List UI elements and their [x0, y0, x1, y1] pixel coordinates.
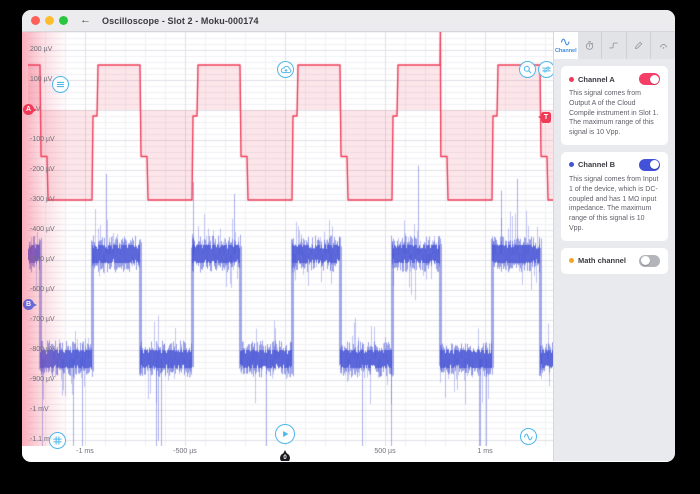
scope-canvas[interactable] [28, 32, 553, 446]
y-axis-tick-label: -900 µV [30, 376, 55, 383]
title-bar: ← Oscilloscope - Slot 2 - Moku-000174 [22, 10, 675, 32]
y-axis-tick-label: -1 mV [30, 406, 49, 413]
cloud-upload-icon[interactable] [277, 61, 294, 78]
x-axis-tick-label: -500 µs [173, 448, 197, 455]
sidebar-tab-label: Channel [555, 49, 577, 55]
y-axis-tick-label: -800 µV [30, 346, 55, 353]
window-title: Oscilloscope - Slot 2 - Moku-000174 [102, 16, 259, 26]
play-icon[interactable] [275, 424, 295, 444]
channel-a-card: Channel A This signal comes from Output … [561, 66, 668, 145]
back-button[interactable]: ← [80, 15, 91, 26]
math-channel-card: Math channel [561, 248, 668, 274]
y-axis-tick-label: 100 µV [30, 76, 52, 83]
sine-icon[interactable] [520, 428, 537, 445]
math-channel-name: Math channel [578, 256, 635, 265]
y-axis-tick-label: -400 µV [30, 226, 55, 233]
oscilloscope-plot: 200 µV100 µV0 V-100 µV-200 µV-300 µV-400… [22, 32, 553, 461]
magnifier-icon[interactable] [519, 61, 536, 78]
trigger-time-badge[interactable]: 0 [280, 453, 290, 461]
y-axis-tick-label: -600 µV [30, 286, 55, 293]
channel-a-color-dot [569, 77, 574, 82]
channel-a-description: This signal comes from Output A of the C… [569, 89, 660, 138]
sidebar-tab-channel[interactable]: Channel [554, 32, 578, 59]
zoom-window-button[interactable] [59, 16, 68, 25]
grid-icon[interactable] [49, 432, 66, 449]
app-window: ← Oscilloscope - Slot 2 - Moku-000174 20… [22, 10, 675, 462]
minimize-window-button[interactable] [45, 16, 54, 25]
channel-b-description: This signal comes from Input 1 of the de… [569, 175, 660, 234]
channel-b-color-dot [569, 162, 574, 167]
y-axis-tick-label: -500 µV [30, 256, 55, 263]
sidebar-tab-pencil[interactable] [627, 32, 652, 59]
menu-icon[interactable] [52, 76, 69, 93]
channel-a-name: Channel A [578, 75, 635, 84]
x-axis-tick-label: -1 ms [76, 448, 94, 455]
channel-b-name: Channel B [578, 160, 635, 169]
trigger-level-marker[interactable]: T [539, 112, 551, 123]
y-axis-tick-label: -700 µV [30, 316, 55, 323]
math-channel-toggle[interactable] [639, 255, 660, 267]
settings-sidebar: Channel Channel A This signal comes from… [553, 32, 675, 461]
channel-a-offset-marker[interactable]: A [23, 104, 36, 115]
close-window-button[interactable] [31, 16, 40, 25]
y-axis-tick-label: -100 µV [30, 136, 55, 143]
sidebar-tab-step-function[interactable] [602, 32, 627, 59]
sidebar-tab-probe[interactable] [651, 32, 675, 59]
channel-b-toggle[interactable] [639, 159, 660, 171]
y-axis-tick-label: -300 µV [30, 196, 55, 203]
math-channel-color-dot [569, 258, 574, 263]
x-axis-tick-label: 1 ms [477, 448, 492, 455]
channel-b-offset-marker[interactable]: B [23, 299, 36, 310]
y-axis-tick-label: 200 µV [30, 46, 52, 53]
channel-a-toggle[interactable] [639, 73, 660, 85]
x-axis-tick-label: 500 µs [374, 448, 395, 455]
sliders-icon[interactable] [538, 61, 553, 78]
sidebar-tab-stopwatch[interactable] [578, 32, 603, 59]
channel-b-card: Channel B This signal comes from Input 1… [561, 152, 668, 241]
sidebar-tabs: Channel [554, 32, 675, 59]
y-axis-tick-label: -200 µV [30, 166, 55, 173]
